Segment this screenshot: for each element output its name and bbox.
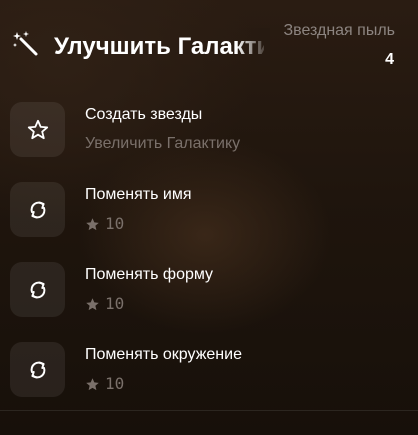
option-title: Поменять окружение [85, 346, 242, 363]
star-outline-icon [27, 119, 48, 139]
change-shape-option[interactable]: Поменять форму 10 [10, 262, 390, 318]
change-surroundings-option[interactable]: Поменять окружение 10 [10, 342, 390, 398]
star-icon [86, 297, 99, 310]
option-cost: 10 [85, 374, 124, 394]
create-stars-option[interactable]: Создать звезды Увеличить Галактику [10, 102, 390, 158]
option-title: Поменять имя [85, 186, 192, 203]
refresh-icon [30, 201, 45, 218]
option-icon-tile [10, 102, 65, 157]
cost-value: 10 [105, 214, 125, 233]
refresh-icon [30, 361, 45, 378]
change-name-option[interactable]: Поменять имя 10 [10, 182, 390, 238]
option-title: Создать звезды [85, 106, 203, 123]
upgrade-options-list: Создать звезды Увеличить Галактику Помен… [10, 102, 390, 422]
refresh-icon [30, 281, 45, 298]
star-icon [86, 217, 99, 230]
option-icon-tile [10, 262, 65, 317]
upgrade-galaxy-panel: Улучшить Галактику Звездная пыль 4 Созда… [0, 0, 418, 435]
option-icon-tile [10, 182, 65, 237]
magic-wand-icon [13, 31, 38, 56]
option-icon-tile [10, 342, 65, 397]
option-title: Поменять форму [85, 266, 214, 283]
option-cost: 10 [85, 214, 124, 234]
stardust-label: Звездная пыль [283, 22, 395, 39]
option-subtitle: Увеличить Галактику [85, 135, 241, 152]
cost-value: 10 [105, 294, 125, 313]
stardust-count: 4 [385, 51, 394, 68]
title-fade [236, 28, 270, 66]
page-title: Улучшить Галактику [54, 33, 264, 60]
option-cost: 10 [85, 294, 124, 314]
star-icon [86, 377, 99, 390]
cost-value: 10 [105, 374, 125, 393]
